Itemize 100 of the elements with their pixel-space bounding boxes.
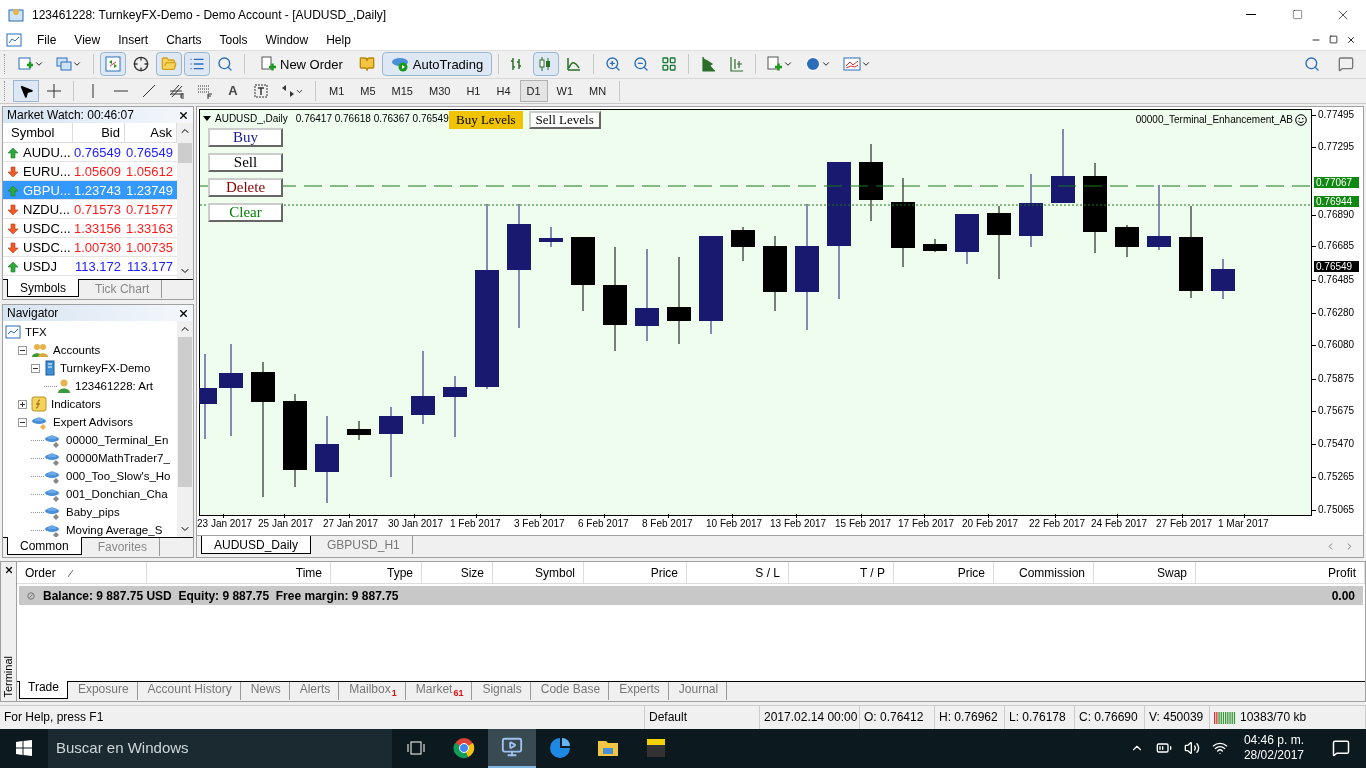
toolbar-button[interactable]: AutoTrading [381,52,493,77]
terminal-tab[interactable]: Account History [139,682,241,701]
close-icon[interactable] [178,307,189,319]
navigator-item[interactable]: Baby_pips [66,503,120,521]
terminal-tab[interactable]: Signals [474,682,531,701]
volume-icon[interactable] [1183,740,1200,757]
timeframe-button[interactable]: W1 [549,80,581,103]
menu-item[interactable]: File [28,29,66,51]
navigator-item[interactable]: 000_Too_Slow's_Ho [66,467,171,485]
collapse-icon[interactable] [31,363,40,373]
quote-row[interactable]: USDC... 1.00730 1.00735 [3,238,177,258]
restore-icon[interactable] [1329,35,1338,45]
timeframe-button[interactable]: M30 [421,80,458,103]
quote-row[interactable]: USDC... 1.33156 1.33163 [3,219,177,239]
trade-button[interactable]: Clear [208,203,283,223]
timeframe-button[interactable]: H4 [489,80,518,103]
document-icon[interactable] [6,32,22,47]
terminal-icon [5,325,21,340]
wifi-icon[interactable] [1211,740,1228,757]
terminal-tab[interactable]: Trade [19,681,68,700]
column-header[interactable]: Symbol [3,123,73,144]
scrollbar-thumb[interactable] [178,143,192,164]
column-header[interactable]: Swap [1094,562,1196,585]
menu-item[interactable]: Help [317,29,360,51]
column-header[interactable]: Type [331,562,422,585]
taskbar-clock[interactable]: 04:46 p. m. 28/02/2017 [1239,733,1308,764]
search-field[interactable]: Buscar en Windows [48,728,392,768]
toolbar-button[interactable] [533,52,560,77]
column-header[interactable]: Price [894,562,994,585]
navigator-item[interactable]: 00000MathTrader7_ [66,449,170,467]
timeframe-button[interactable]: H1 [459,80,488,103]
trade-button[interactable]: Buy [208,128,283,148]
timeframe-button[interactable]: D1 [519,80,548,103]
expand-icon[interactable] [18,399,27,409]
text-tool-button[interactable]: A [220,80,246,103]
timeframe-button[interactable]: M5 [353,80,383,103]
terminal-tab[interactable]: Exposure [69,682,138,701]
chart-tab[interactable]: AUDUSD_Daily [201,536,312,555]
quote-row[interactable]: NZDU... 0.71573 0.71577 [3,200,177,220]
column-header[interactable]: Order [17,562,147,585]
taskbar-app[interactable] [488,728,536,768]
navigator-item[interactable]: Accounts [53,341,101,359]
timeframe-button[interactable]: M1 [322,80,352,103]
candle [955,213,979,265]
terminal-tab[interactable]: Code Base [532,682,610,701]
navigator-item[interactable]: Expert Advisors [53,413,133,431]
close-icon[interactable] [1346,34,1356,45]
date-label: 24 Feb 2017 [1091,518,1148,531]
collapse-icon[interactable] [18,345,27,355]
level-toggle-button[interactable]: Sell Levels [528,111,601,130]
chart-symbol: AUDUSD_,Daily [215,112,288,127]
navigator-item[interactable]: 123461228: Art [75,377,153,395]
panel-tab[interactable]: Common [7,537,82,556]
column-header[interactable]: Time [147,562,331,585]
toolbar-button[interactable]: New Order [251,52,352,77]
chat-icon[interactable] [1338,56,1354,73]
dropdown-triangle-icon[interactable] [203,115,211,122]
timeframe-button[interactable]: M15 [384,80,420,103]
column-header[interactable]: Size [422,562,493,585]
column-header[interactable]: S / L [687,562,789,585]
column-header[interactable]: Price [584,562,687,585]
terminal-tab[interactable]: Alerts [291,682,340,701]
terminal-tab[interactable]: Journal [670,682,728,701]
navigator-item[interactable]: 00000_Terminal_En [66,431,169,449]
menu-item[interactable]: Tools [210,29,257,51]
trade-button[interactable]: Delete [208,178,283,198]
menu-item[interactable]: View [65,29,110,51]
navigator-item[interactable]: 001_Donchian_Cha [66,485,168,503]
quote-row[interactable]: AUDU... 0.76549 0.76549 [3,143,177,163]
menu-item[interactable]: Insert [109,29,158,51]
navigator-item[interactable]: Moving Average_S [66,521,163,538]
menu-item[interactable]: Charts [157,29,211,51]
browser-icon [453,737,475,760]
navigator-item[interactable]: TurnkeyFX-Demo [60,359,151,377]
search-icon[interactable] [1304,56,1320,73]
navigator-item[interactable]: Indicators [51,395,101,413]
cursor-icon[interactable] [13,80,39,103]
navigator-item[interactable]: TFX [25,323,47,341]
timeframe-button[interactable]: MN [582,80,614,103]
scrollbar-thumb[interactable] [178,337,192,488]
hat-icon [44,468,62,485]
column-header[interactable]: Bid [73,123,125,144]
status-text: H: 0.76962 [939,709,998,727]
close-icon[interactable] [3,565,14,576]
column-header[interactable]: T / P [789,562,894,585]
notifications-icon[interactable] [1332,739,1350,758]
smiley-icon[interactable] [1295,113,1307,126]
column-header[interactable]: Profit [1196,562,1365,585]
close-icon[interactable] [178,109,189,121]
collapse-icon[interactable] [18,417,27,427]
menu-item[interactable]: Window [256,29,318,51]
terminal-tab[interactable]: News [242,682,290,701]
panel-tab[interactable]: Symbols [7,279,79,298]
column-header[interactable]: Symbol [493,562,584,585]
terminal-tab[interactable]: Experts [611,682,669,701]
level-toggle-button[interactable]: Buy Levels [449,111,523,130]
quote-row[interactable]: USDJ 113.172 113.177 [3,257,177,277]
chart-tab[interactable]: GBPUSD_H1 [315,536,413,555]
trade-button[interactable]: Sell [208,153,283,173]
column-header[interactable]: Commission [994,562,1094,585]
